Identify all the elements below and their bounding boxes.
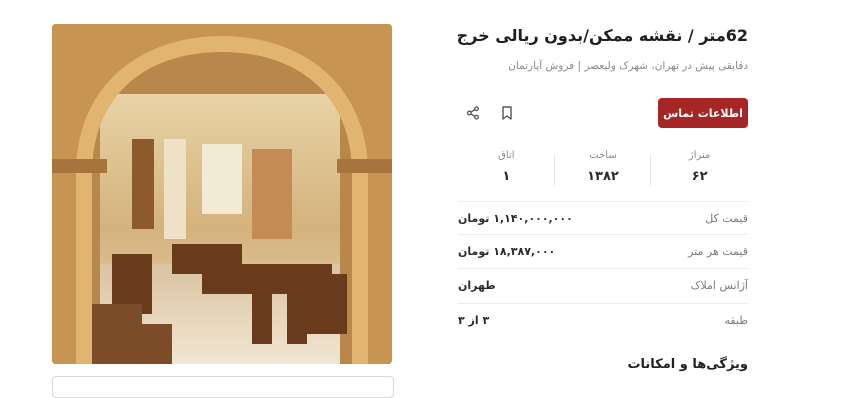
photo-thumbnail-strip[interactable]	[52, 376, 394, 398]
stat-label: ساخت	[589, 150, 617, 161]
stat-year-built: ساخت ۱۳۸۲	[555, 150, 652, 190]
stat-rooms: اتاق ۱	[458, 150, 555, 190]
stat-value: ۱۳۸۲	[587, 169, 619, 184]
stat-area: متراژ ۶۲	[651, 150, 748, 190]
detail-label: آژانس املاک	[690, 279, 748, 292]
detail-row-agency: آژانس املاک طهران	[458, 268, 748, 302]
detail-value: طهران	[458, 279, 496, 292]
detail-label: قیمت هر متر	[688, 245, 748, 258]
listing-title: 62متر / نقشه ممکن/بدون ریالی خرج	[456, 26, 748, 45]
bookmark-icon	[502, 106, 512, 120]
detail-value: ۳ از ۳	[458, 314, 490, 327]
share-button[interactable]	[460, 100, 486, 126]
detail-label: قیمت کل	[705, 212, 748, 225]
detail-row-total-price: قیمت کل ۱,۱۴۰,۰۰۰,۰۰۰ تومان	[458, 201, 748, 235]
detail-value: ۱۸,۳۸۷,۰۰۰ تومان	[458, 245, 556, 258]
share-icon	[466, 106, 479, 120]
bookmark-button[interactable]	[494, 100, 520, 126]
listing-info-panel: 62متر / نقشه ممکن/بدون ریالی خرج دقایقی …	[456, 0, 748, 389]
stat-value: ۱	[502, 169, 511, 184]
detail-row-price-per-meter: قیمت هر متر ۱۸,۳۸۷,۰۰۰ تومان	[458, 234, 748, 268]
detail-value: ۱,۱۴۰,۰۰۰,۰۰۰ تومان	[458, 212, 573, 225]
features-heading: ویژگی‌ها و امکانات	[627, 357, 748, 372]
stat-value: ۶۲	[691, 169, 708, 184]
detail-row-floor: طبقه ۳ از ۳	[458, 303, 748, 337]
listing-photo[interactable]	[52, 24, 392, 364]
contact-info-button[interactable]: اطلاعات تماس	[658, 98, 748, 128]
stats-bar: متراژ ۶۲ ساخت ۱۳۸۲ اتاق ۱	[458, 150, 748, 190]
listing-subtitle: دقایقی پیش در تهران، شهرک ولیعصر | فروش …	[508, 60, 748, 72]
detail-label: طبقه	[724, 314, 748, 327]
stat-label: متراژ	[688, 150, 711, 161]
stat-label: اتاق	[498, 150, 515, 161]
